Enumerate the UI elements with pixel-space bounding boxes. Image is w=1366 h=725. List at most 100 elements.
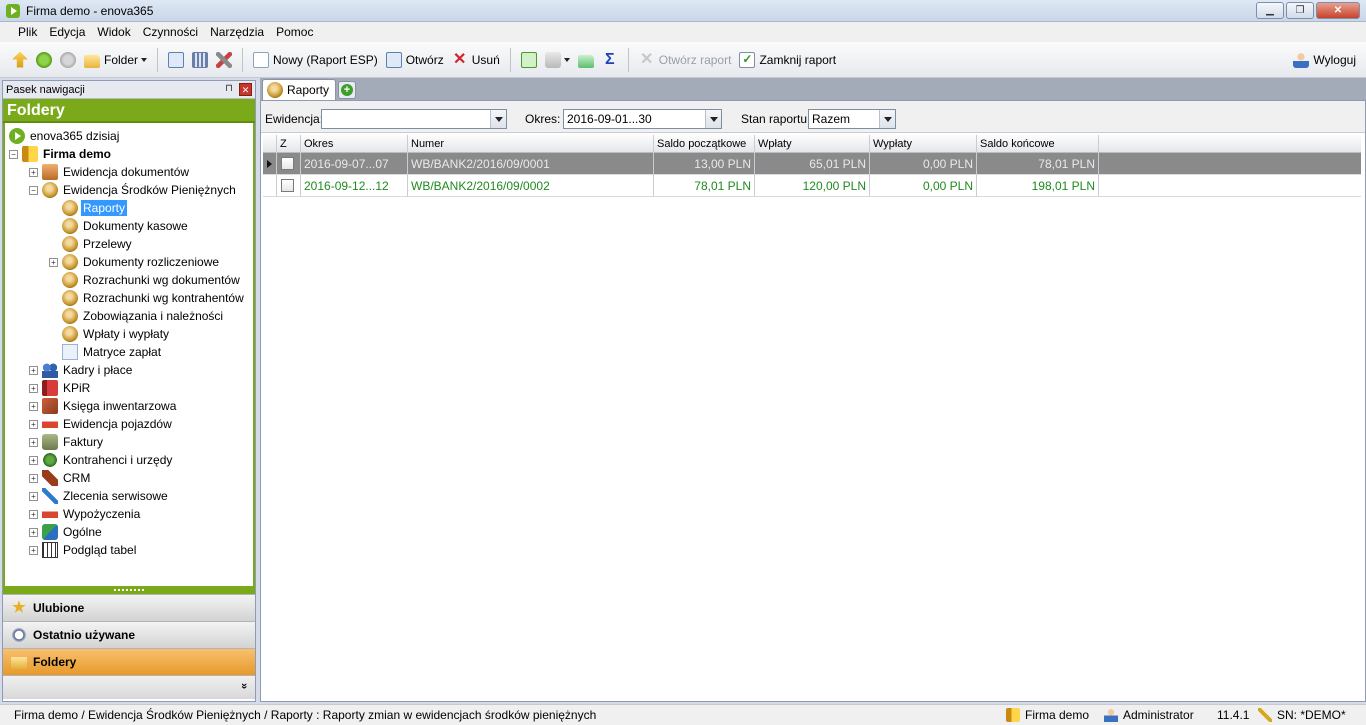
row-checkbox[interactable] bbox=[281, 179, 294, 192]
collapse-icon[interactable]: − bbox=[29, 185, 38, 195]
tree-item[interactable]: + Ewidencja dokumentów bbox=[29, 163, 191, 181]
open-button[interactable]: Otwórz bbox=[382, 46, 448, 74]
chevron-down-double-icon[interactable]: » bbox=[238, 683, 250, 689]
open-report-button[interactable]: ✕ Otwórz raport bbox=[635, 46, 736, 74]
pin-icon[interactable]: ⊓ bbox=[223, 83, 235, 95]
back-button[interactable] bbox=[32, 46, 56, 74]
tree-item[interactable]: + KPiR bbox=[29, 379, 92, 397]
refresh-button[interactable] bbox=[517, 46, 541, 74]
column-header-okres[interactable]: Okres bbox=[301, 135, 408, 153]
chevron-down-icon[interactable] bbox=[705, 110, 721, 128]
status-serial: SN: *DEMO* bbox=[1258, 708, 1346, 722]
tree-item[interactable]: Przelewy bbox=[49, 235, 134, 253]
add-tab-button[interactable]: + bbox=[338, 81, 356, 99]
column-header-saldo-poczatkowe[interactable]: Saldo początkowe bbox=[654, 135, 755, 153]
tree-item[interactable]: Zobowiązania i należności bbox=[49, 307, 225, 325]
folder-view-button[interactable] bbox=[574, 46, 598, 74]
menu-narzedzia[interactable]: Narzędzia bbox=[204, 25, 270, 39]
tree-item[interactable]: + Dokumenty rozliczeniowe bbox=[49, 253, 221, 271]
tree-item[interactable]: enova365 dzisiaj bbox=[9, 127, 121, 145]
up-folder-button[interactable] bbox=[8, 46, 32, 74]
tree-item[interactable]: − Ewidencja Środków Pieniężnych bbox=[29, 181, 238, 199]
tab-raporty[interactable]: Raporty bbox=[262, 79, 337, 100]
tree-item[interactable]: + Faktury bbox=[29, 433, 105, 451]
tree-item[interactable]: + Wypożyczenia bbox=[29, 505, 142, 523]
tree-item[interactable]: + Ewidencja pojazdów bbox=[29, 415, 174, 433]
nav-button-folders[interactable]: Foldery bbox=[3, 648, 255, 675]
column-header-numer[interactable]: Numer bbox=[408, 135, 654, 153]
chevron-down-icon[interactable] bbox=[879, 110, 895, 128]
tree-item[interactable]: + Kadry i płace bbox=[29, 361, 134, 379]
status-company[interactable]: Firma demo bbox=[1006, 708, 1089, 722]
column-header-wyplaty[interactable]: Wypłaty bbox=[870, 135, 977, 153]
tree-item[interactable]: Wpłaty i wypłaty bbox=[49, 325, 171, 343]
table-row[interactable]: 2016-09-12...12 WB/BANK2/2016/09/0002 78,0… bbox=[263, 175, 1361, 197]
expand-icon[interactable]: + bbox=[29, 509, 38, 519]
expand-icon[interactable]: + bbox=[29, 473, 38, 483]
expand-icon[interactable]: + bbox=[29, 383, 38, 393]
menu-edycja[interactable]: Edycja bbox=[43, 25, 91, 39]
tree-item[interactable]: + Księga inwentarzowa bbox=[29, 397, 178, 415]
tree-item[interactable]: Dokumenty kasowe bbox=[49, 217, 190, 235]
expand-icon[interactable]: + bbox=[29, 527, 38, 537]
column-header-saldo-koncowe[interactable]: Saldo końcowe bbox=[977, 135, 1099, 153]
nav-button-favorites[interactable]: ★ Ulubione bbox=[3, 594, 255, 621]
row-indicator bbox=[263, 175, 277, 197]
collapse-icon[interactable]: − bbox=[9, 149, 18, 159]
row-checkbox[interactable] bbox=[281, 157, 294, 170]
sum-button[interactable]: Σ bbox=[598, 46, 622, 74]
view-card-button[interactable] bbox=[164, 46, 188, 74]
folder-dropdown-button[interactable]: Folder bbox=[80, 46, 151, 74]
print-button[interactable] bbox=[541, 46, 574, 74]
menu-plik[interactable]: Plik bbox=[12, 25, 43, 39]
ewidencja-select[interactable] bbox=[321, 109, 507, 129]
tree-item[interactable]: + Zlecenia serwisowe bbox=[29, 487, 170, 505]
nav-button-recent[interactable]: Ostatnio używane bbox=[3, 621, 255, 648]
tree-item[interactable]: + CRM bbox=[29, 469, 92, 487]
menu-pomoc[interactable]: Pomoc bbox=[270, 25, 319, 39]
expand-icon[interactable]: + bbox=[29, 455, 38, 465]
new-report-button[interactable]: Nowy (Raport ESP) bbox=[249, 46, 382, 74]
expand-icon[interactable]: + bbox=[29, 167, 38, 177]
minimize-button[interactable]: ▁ bbox=[1256, 2, 1284, 19]
grid-view-button[interactable] bbox=[188, 46, 212, 74]
tree-item[interactable]: Rozrachunki wg kontrahentów bbox=[49, 289, 246, 307]
tree-item[interactable]: + Kontrahenci i urzędy bbox=[29, 451, 174, 469]
okres-select[interactable]: 2016-09-01...30 bbox=[563, 109, 722, 129]
close-window-button[interactable]: ✕ bbox=[1316, 2, 1360, 19]
pane-splitter[interactable] bbox=[3, 586, 255, 594]
tree-item[interactable]: + Ogólne bbox=[29, 523, 104, 541]
box-icon bbox=[42, 164, 58, 180]
expand-icon[interactable]: + bbox=[29, 401, 38, 411]
tree-item[interactable]: Raporty bbox=[49, 199, 128, 217]
tree-item-label: KPiR bbox=[63, 381, 91, 395]
menu-widok[interactable]: Widok bbox=[91, 25, 136, 39]
expand-icon[interactable]: + bbox=[29, 419, 38, 429]
tree-item[interactable]: Rozrachunki wg dokumentów bbox=[49, 271, 242, 289]
logout-label: Wyloguj bbox=[1313, 52, 1356, 67]
tree-item[interactable]: + Podgląd tabel bbox=[29, 541, 138, 559]
tree-item-label: Rozrachunki wg kontrahentów bbox=[83, 291, 244, 305]
tree-item[interactable]: Matryce zapłat bbox=[49, 343, 163, 361]
expand-icon[interactable]: + bbox=[29, 365, 38, 375]
column-header-z[interactable]: Z bbox=[277, 135, 301, 153]
expand-icon[interactable]: + bbox=[29, 437, 38, 447]
close-report-button[interactable]: ✓ Zamknij raport bbox=[735, 46, 840, 74]
status-user[interactable]: Administrator bbox=[1104, 708, 1194, 722]
chevron-down-icon[interactable] bbox=[490, 110, 506, 128]
tools-button[interactable] bbox=[212, 46, 236, 74]
menu-bar: Plik Edycja Widok Czynności Narzędzia Po… bbox=[0, 22, 1366, 42]
tree-item[interactable]: − Firma demo bbox=[9, 145, 113, 163]
close-icon[interactable]: ✕ bbox=[239, 83, 252, 96]
maximize-button[interactable]: ❐ bbox=[1286, 2, 1314, 19]
logout-button[interactable]: Wyloguj bbox=[1289, 46, 1360, 74]
forward-button[interactable] bbox=[56, 46, 80, 74]
stan-raportu-select[interactable]: Razem bbox=[808, 109, 896, 129]
delete-button[interactable]: ✕ Usuń bbox=[448, 46, 504, 74]
column-header-wplaty[interactable]: Wpłaty bbox=[755, 135, 870, 153]
expand-icon[interactable]: + bbox=[49, 257, 58, 267]
expand-icon[interactable]: + bbox=[29, 491, 38, 501]
menu-czynnosci[interactable]: Czynności bbox=[137, 25, 204, 39]
expand-icon[interactable]: + bbox=[29, 545, 38, 555]
table-row[interactable]: 2016-09-07...07 WB/BANK2/2016/09/0001 13,0… bbox=[263, 153, 1361, 175]
